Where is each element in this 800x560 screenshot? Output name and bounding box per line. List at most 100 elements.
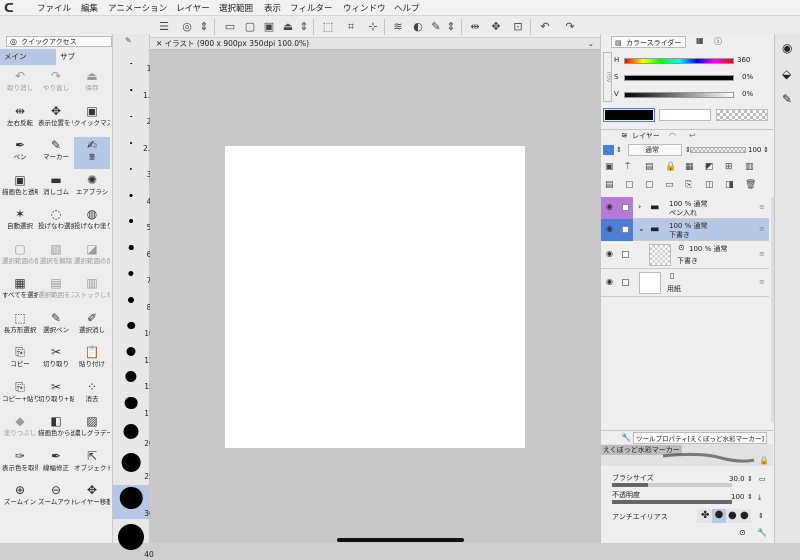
antialias-medium-icon[interactable]: ● [728,510,737,521]
fit-canvas-icon[interactable]: ⬚ [320,19,336,35]
stepper-icon[interactable]: ⇕ [616,146,622,154]
quick-access-button[interactable]: ✥ レイヤー移動 [74,482,110,514]
brush-size-item[interactable]: 2.5 [113,130,155,154]
layer-list-icon[interactable]: ▤ [605,180,614,190]
subtab-main[interactable]: メイン [0,49,56,65]
brush-size-item[interactable]: 1.5 [113,77,155,101]
drag-handle-icon[interactable]: ≡ [759,225,765,233]
layer-row[interactable]: ◉ ▯ 用紙 ≡ [601,269,769,297]
brush-size-item[interactable]: 7 [113,262,151,286]
quick-access-button[interactable]: ↷ やり直し [38,68,74,100]
quick-access-tab[interactable]: ◎ クイックアクセス [6,36,112,47]
quick-access-button[interactable]: ✂ 切り取り [38,344,74,376]
menu-view[interactable]: 表示 [264,2,281,14]
blend-mode-select[interactable]: 通常 [628,144,682,156]
crop-icon[interactable]: ⌗ [343,19,359,35]
save-icon[interactable]: ▣ [261,19,277,35]
layer-tab[interactable]: レイヤー [632,130,660,142]
draft-icon[interactable]: ▤ [645,162,654,172]
export-icon[interactable]: ⏏ [280,19,296,35]
sub-color-swatch[interactable] [659,109,711,121]
quick-access-button[interactable]: ⏏ 保存 [74,68,110,100]
mask-add-icon[interactable]: ◨ [725,180,734,190]
layer-property-icon[interactable]: ◠ [669,131,676,140]
wrench-settings-icon[interactable]: 🔧 [757,528,767,537]
opacity-slider[interactable] [612,500,732,504]
brush-size-item[interactable]: 4 [113,183,151,207]
drag-handle-icon[interactable]: ≡ [759,250,765,258]
layer-color-swatch[interactable] [603,145,614,155]
visibility-eye-icon[interactable]: ◉ [606,249,613,258]
brush-size-item[interactable]: 40 [113,522,154,560]
drawing-canvas[interactable] [225,146,525,448]
brush-size-item[interactable]: 6 [113,236,151,260]
quick-access-button[interactable]: ◌ 投げなわ選択 [38,206,74,238]
color-mode-switch[interactable]: HSV [603,52,612,102]
ruler-icon[interactable]: ⊞ [725,162,733,172]
new-raster-icon[interactable]: ▢ [625,180,634,190]
chevron-down-icon[interactable]: ⌄ [588,38,594,50]
quick-access-button[interactable]: ✍ 筆 [74,137,110,169]
transparent-color-swatch[interactable] [716,109,768,121]
layer-lock-checkbox[interactable] [622,204,629,211]
quick-access-button[interactable]: ▥ ストックした [74,275,110,307]
quick-access-button[interactable]: ▣ クイックマス [74,103,110,135]
move-view-icon[interactable]: ✥ [488,19,504,35]
stepper-icon[interactable]: ⇕ [747,493,753,501]
quick-access-button[interactable]: ◪ 選択範囲の反 [74,241,110,273]
expand-chevron-icon[interactable]: ⌄ [638,224,645,233]
clip-icon[interactable]: ▣ [605,162,614,172]
layers-icon[interactable]: ≋ [390,19,406,35]
quick-access-button[interactable]: ▨ 濃しグラデー [74,413,110,445]
redo-icon[interactable]: ↷ [562,19,578,35]
value-slider[interactable] [624,92,734,98]
brush-size-item[interactable]: 10 [113,315,154,339]
antialias-weak-icon[interactable]: ● [712,509,726,523]
quick-access-button[interactable]: ✒ 線幅修正 [38,448,74,480]
app-logo[interactable]: ᑕ [4,1,18,15]
quick-access-button[interactable]: ⬚ 長方形選択 [2,310,38,342]
flip-horizontal-icon[interactable]: ⇹ [467,19,483,35]
quick-access-button[interactable]: ▬ 消しゴム [38,172,74,204]
menu-animation[interactable]: アニメーション [108,2,167,14]
quick-access-button[interactable]: ▣ 描画色と透明 [2,172,38,204]
brush-size-item[interactable]: 5 [113,209,151,233]
expand-chevron-icon[interactable]: › [638,202,641,211]
drag-handle-icon[interactable]: ≡ [759,278,765,286]
quick-access-button[interactable]: ⇹ 左右反転 [2,103,38,135]
hue-slider[interactable] [624,58,734,64]
brush-size-item[interactable]: 17 [113,395,154,420]
quick-access-button[interactable]: ⎘ コピー [2,344,38,376]
quick-access-button[interactable]: ✐ 選択消し [74,310,110,342]
pen-icon[interactable]: ✎ [782,92,792,106]
layer-opacity-slider[interactable] [690,147,746,153]
quick-access-button[interactable]: ▢ 選択範囲の削 [2,241,38,273]
quick-access-button[interactable]: ▦ すべてを選択 [2,275,38,307]
quick-access-button[interactable]: ✥ 表示位置をリ [38,103,74,135]
stepper-icon[interactable]: ⇕ [446,19,456,35]
color-slider-tab[interactable]: ▤ カラースライダー [611,36,687,48]
download-icon[interactable]: ⤓ [758,493,761,502]
layer-lock-checkbox[interactable] [622,279,629,286]
quick-access-button[interactable]: ✂ 切り取り+貼 [38,379,74,411]
layer-lock-checkbox[interactable] [622,251,629,258]
quick-access-button[interactable]: ✑ 表示色を取得 [2,448,38,480]
quick-access-button[interactable]: ⊕ ズームイン [2,482,38,514]
quick-access-button[interactable]: ⎘ コピー+貼り [2,379,38,411]
main-color-swatch[interactable] [603,108,655,122]
lock-alpha-icon[interactable]: ▦ [685,162,694,172]
settings-icon[interactable]: ▥ [745,162,754,172]
quick-access-button[interactable]: ▤ 選択範囲をス [38,275,74,307]
layer-row[interactable]: ◉ › ▬ 100 % 通常 ペン入れ ≡ [601,197,769,219]
quick-access-button[interactable]: ↶ 取り消し [2,68,38,100]
quick-access-button[interactable]: ✺ エアブラシ [74,172,110,204]
lock-icon[interactable]: 🔒 [665,162,676,172]
visibility-eye-icon[interactable]: ◉ [606,202,613,211]
stepper-icon[interactable]: ⇕ [199,19,209,35]
brush-size-item[interactable]: 2 [113,103,151,127]
menu-icon[interactable]: ☰ [156,19,172,35]
history-icon[interactable]: ↩ [689,131,696,140]
download-icon[interactable]: ⊙ [739,528,746,537]
info-icon[interactable]: ⓘ [714,36,722,47]
layer-lock-checkbox[interactable] [622,226,629,233]
